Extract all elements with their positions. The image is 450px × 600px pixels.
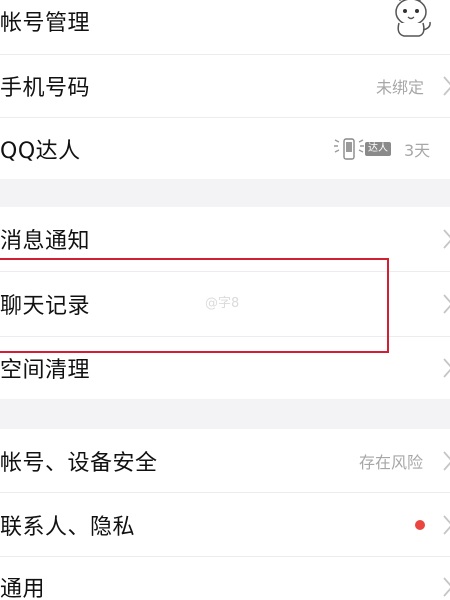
settings-item-storage-cleanup[interactable]: 空间清理 xyxy=(0,337,450,399)
section-gap xyxy=(0,399,450,429)
chevron-right-icon xyxy=(442,293,450,315)
qq-talent-badge-label: 达人 xyxy=(365,141,391,156)
settings-item-account-device-security[interactable]: 帐号、设备安全 存在风险 xyxy=(0,429,450,492)
settings-item-label: QQ达人 xyxy=(0,138,81,164)
chevron-right-icon xyxy=(442,576,450,598)
settings-item-account-management[interactable]: 帐号管理 xyxy=(0,0,450,50)
settings-item-label: 聊天记录 xyxy=(0,294,91,319)
chevron-right-icon xyxy=(442,75,450,97)
settings-item-message-notifications[interactable]: 消息通知 xyxy=(0,207,450,271)
qq-talent-badge-icon: 达人 xyxy=(333,136,399,162)
settings-item-label: 消息通知 xyxy=(0,229,91,254)
chevron-right-icon xyxy=(442,514,450,536)
settings-item-label: 通用 xyxy=(0,577,46,600)
settings-item-label: 空间清理 xyxy=(0,358,91,383)
qq-talent-days: 3天 xyxy=(404,140,431,160)
security-risk-status: 存在风险 xyxy=(359,452,424,472)
chevron-right-icon xyxy=(442,357,450,379)
chevron-right-icon xyxy=(442,450,450,472)
settings-item-phone-number[interactable]: 手机号码 未绑定 xyxy=(0,55,450,116)
watermark: @字8 xyxy=(205,296,240,311)
unread-dot xyxy=(415,519,425,530)
settings-item-qq-talent[interactable]: QQ达人 达人 3天 xyxy=(0,118,450,179)
avatar-cat-icon xyxy=(386,0,436,40)
settings-item-general[interactable]: 通用 xyxy=(0,557,450,600)
settings-item-label: 帐号管理 xyxy=(0,11,91,36)
settings-item-contacts-privacy[interactable]: 联系人、隐私 xyxy=(0,493,450,556)
section-gap xyxy=(0,179,450,207)
settings-item-label: 帐号、设备安全 xyxy=(0,450,158,476)
chevron-right-icon xyxy=(442,228,450,250)
settings-item-label: 手机号码 xyxy=(0,75,91,101)
settings-item-label: 联系人、隐私 xyxy=(0,514,136,540)
settings-screen: 帐号管理 手机号码 未绑定 QQ达人 达人 3天 消息通知 聊天记录 空间清理 … xyxy=(0,0,450,600)
phone-binding-status: 未绑定 xyxy=(376,77,425,97)
